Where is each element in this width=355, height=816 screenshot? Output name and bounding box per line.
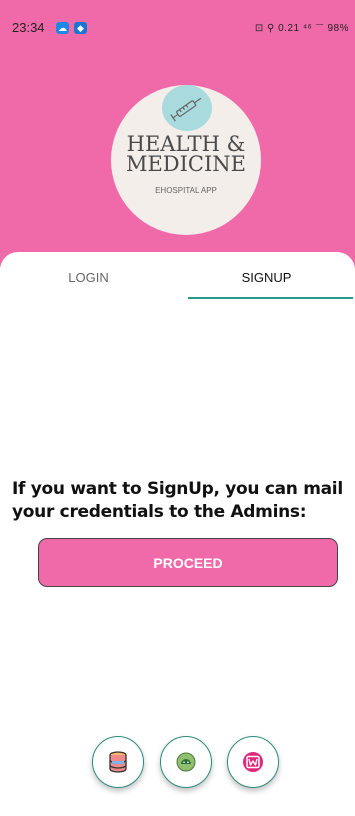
database-icon [109,751,127,773]
status-indicators: ⊡ ⚲ 0.21 ⁴⁶ 𝍲 98% [254,23,349,34]
status-time: 23:34 [12,20,45,35]
logo-title: HEALTH & MEDICINE [111,132,261,176]
wamp-button[interactable] [227,736,279,788]
app-logo: HEALTH & MEDICINE EHOSPITAL APP [111,85,261,235]
notification-app-icon: ◆ [74,22,87,34]
logo-title-line2: MEDICINE [125,152,247,176]
status-bar: 23:34 ☁ ◆ ⊡ ⚲ 0.21 ⁴⁶ 𝍲 98% [0,0,355,40]
android-button[interactable] [160,736,212,788]
database-button[interactable] [92,736,144,788]
signup-message: If you want to SignUp, you can mail your… [12,479,343,522]
tab-login[interactable]: LOGIN [0,252,177,302]
proceed-button[interactable]: PROCEED [38,538,338,587]
wamp-icon [243,752,263,772]
android-icon [176,752,196,772]
tab-signup[interactable]: SIGNUP [178,252,355,302]
tab-bar: LOGIN SIGNUP [0,252,355,302]
syringe-icon [170,97,202,122]
header-banner: 23:34 ☁ ◆ ⊡ ⚲ 0.21 ⁴⁶ 𝍲 98% HEALTH & MED… [0,0,355,268]
logo-blob [162,85,212,131]
tab-active-indicator [188,297,353,299]
logo-subtitle: EHOSPITAL APP [155,186,217,195]
logo-title-line1: HEALTH & [126,132,246,156]
notification-cloud-icon: ☁ [56,22,69,34]
